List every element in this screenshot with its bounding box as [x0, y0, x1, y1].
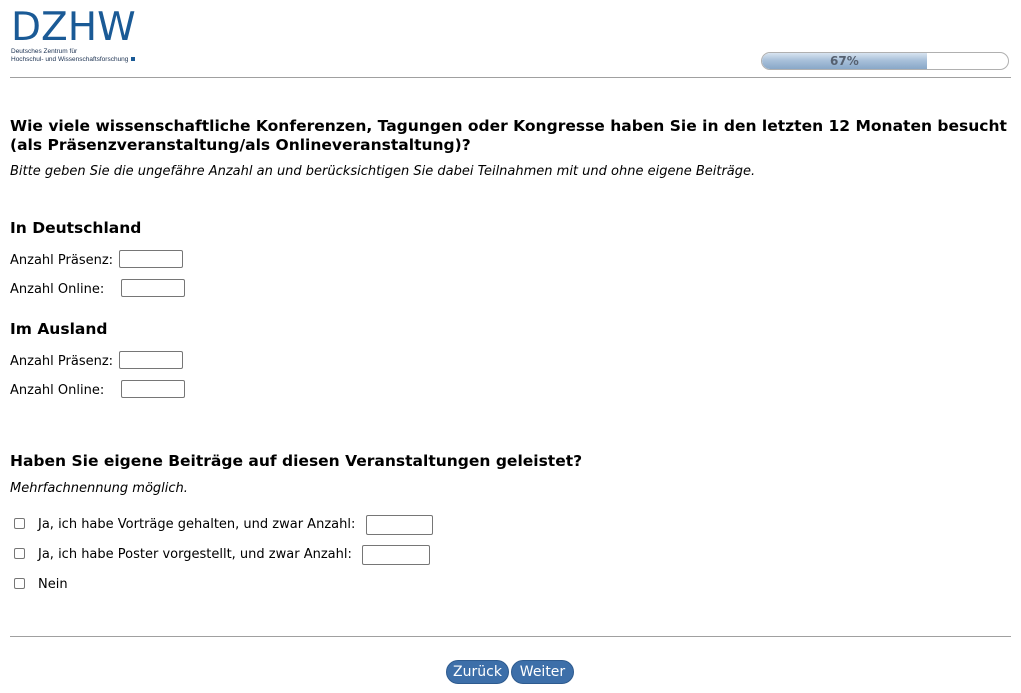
logo-square-icon — [131, 57, 136, 61]
footer-divider — [10, 636, 1011, 637]
question1-hint: Bitte geben Sie die ungefähre Anzahl an … — [10, 164, 756, 179]
abroad-presence-input[interactable] — [119, 351, 183, 369]
dzhw-logo: DZHW Deutsches Zentrum für Hochschul- un… — [11, 8, 146, 68]
germany-online-label: Anzahl Online: — [10, 282, 105, 297]
section-title-germany: In Deutschland — [10, 219, 142, 237]
back-button[interactable]: Zurück — [446, 660, 509, 684]
abroad-presence-label: Anzahl Präsenz: — [10, 354, 114, 369]
germany-presence-input[interactable] — [119, 250, 183, 268]
option-talks-label: Ja, ich habe Vorträge gehalten, und zwar… — [38, 517, 356, 532]
question2-hint: Mehrfachnennung möglich. — [10, 481, 188, 496]
header-divider — [10, 77, 1011, 78]
question1-title-line2: (als Präsenzveranstaltung/als Onlinevera… — [10, 136, 471, 154]
abroad-online-input[interactable] — [121, 380, 185, 398]
logo-subtitle-line2: Hochschul- und Wissenschaftsforschung — [11, 56, 146, 64]
option-none-label: Nein — [38, 577, 68, 592]
option-posters-checkbox[interactable] — [14, 548, 25, 559]
option-posters-count-input[interactable] — [362, 545, 430, 565]
option-posters-label: Ja, ich habe Poster vorgestellt, und zwa… — [38, 547, 352, 562]
option-none-checkbox[interactable] — [14, 578, 25, 589]
question2-title: Haben Sie eigene Beiträge auf diesen Ver… — [10, 452, 583, 470]
option-talks-checkbox[interactable] — [14, 518, 25, 529]
question1-title-line1: Wie viele wissenschaftliche Konferenzen,… — [10, 117, 1007, 135]
option-talks-count-input[interactable] — [366, 515, 433, 535]
germany-presence-label: Anzahl Präsenz: — [10, 253, 114, 268]
section-title-abroad: Im Ausland — [10, 320, 108, 338]
progress-bar: 67% — [761, 52, 1009, 70]
progress-label: 67% — [830, 54, 859, 68]
germany-online-input[interactable] — [121, 279, 185, 297]
question1-title: Wie viele wissenschaftliche Konferenzen,… — [10, 117, 1010, 155]
next-button[interactable]: Weiter — [511, 660, 574, 684]
abroad-online-label: Anzahl Online: — [10, 383, 105, 398]
logo-wordmark: DZHW — [11, 5, 136, 50]
